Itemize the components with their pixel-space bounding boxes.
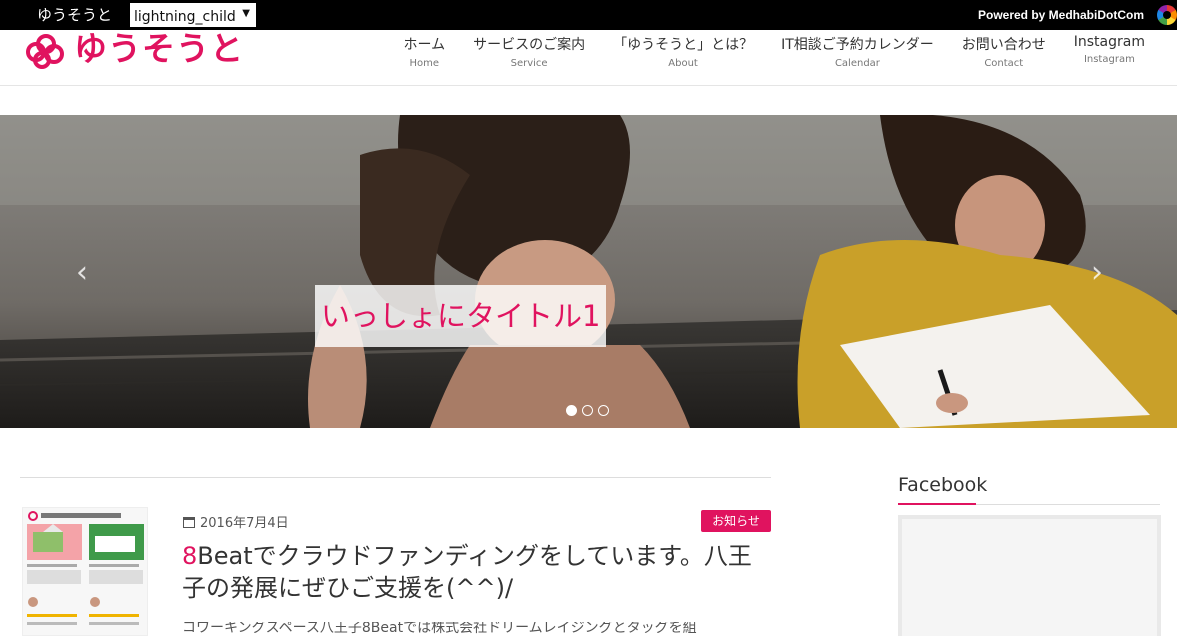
nav-sublabel: Contact bbox=[984, 58, 1024, 69]
category-badge[interactable]: お知らせ bbox=[701, 510, 771, 532]
post-thumbnail[interactable] bbox=[22, 507, 148, 636]
flower-logo-icon bbox=[26, 34, 64, 69]
slide-indicator-2[interactable] bbox=[582, 405, 593, 416]
slide-indicator-1[interactable] bbox=[566, 405, 577, 416]
logo-text: ゆうそうと bbox=[74, 29, 244, 68]
slide-indicators bbox=[566, 405, 609, 416]
nav-sublabel: About bbox=[668, 58, 698, 69]
post-thumbnail-image bbox=[27, 511, 144, 625]
sidebar-widget-title: Facebook bbox=[898, 474, 988, 496]
nav-item-contact[interactable]: お問い合わせ Contact bbox=[948, 34, 1060, 69]
nav-item-home[interactable]: ホーム Home bbox=[389, 34, 459, 69]
post-title-accent: 8 bbox=[182, 542, 198, 570]
post-date: 2016年7月4日 bbox=[183, 512, 289, 531]
nav-sublabel: Calendar bbox=[834, 58, 880, 69]
nav-sublabel: Home bbox=[409, 58, 440, 69]
nav-item-about[interactable]: 「ゆうそうと」とは？ About bbox=[599, 34, 767, 69]
nav-item-service[interactable]: サービスのご案内 Service bbox=[459, 34, 599, 69]
powered-by-text[interactable]: Powered by MedhabiDotCom bbox=[978, 8, 1144, 22]
post-title[interactable]: 8Beatでクラウドファンディングをしています。八王子の発展にぜひご支援を(^^… bbox=[182, 540, 774, 604]
hero-slider: ‹ › いっしょにタイトル1 bbox=[0, 115, 1177, 428]
slide-photo bbox=[0, 115, 1177, 428]
post-excerpt: コワーキングスペース八王子8Beatでは株式会社ドリームレイジングとタッグを組 bbox=[182, 622, 774, 636]
nav-label: お問い合わせ bbox=[961, 37, 1046, 53]
slide-indicator-3[interactable] bbox=[598, 405, 609, 416]
nav-label: IT相談ご予約カレンダー bbox=[781, 37, 934, 53]
next-slide-button[interactable]: › bbox=[1091, 255, 1103, 290]
widget-title-underline bbox=[898, 503, 1160, 505]
nav-item-instagram[interactable]: Instagram Instagram bbox=[1060, 34, 1159, 69]
nav-sublabel: Service bbox=[510, 58, 548, 69]
content-divider bbox=[20, 477, 771, 478]
nav-sublabel: Instagram bbox=[1083, 54, 1135, 65]
post-title-text: Beatでクラウドファンディングをしています。八王子の発展にぜひご支援を(^^)… bbox=[182, 542, 752, 602]
nav-label: ホーム bbox=[403, 37, 446, 53]
nav-label: 「ゆうそうと」とは？ bbox=[613, 37, 754, 53]
main-nav: ホーム Home サービスのご案内 Service 「ゆうそうと」とは？ Abo… bbox=[389, 34, 1159, 69]
nav-label: サービスのご案内 bbox=[473, 37, 586, 53]
nav-label: Instagram bbox=[1073, 34, 1145, 50]
calendar-icon bbox=[183, 517, 195, 528]
site-logo[interactable]: ゆうそうと bbox=[22, 29, 244, 70]
prev-slide-button[interactable]: ‹ bbox=[76, 255, 88, 290]
chevron-down-icon: ▼ bbox=[242, 8, 250, 19]
nav-item-calendar[interactable]: IT相談ご予約カレンダー Calendar bbox=[767, 34, 948, 69]
site-header: ゆうそうと ホーム Home サービスのご案内 Service 「ゆうそうと」と… bbox=[0, 29, 1177, 86]
slide-caption[interactable]: いっしょにタイトル1 bbox=[315, 285, 607, 347]
post-excerpt-text: コワーキングスペース八王子8Beatでは株式会社ドリームレイジングとタッグを組 bbox=[182, 622, 697, 636]
facebook-widget[interactable] bbox=[898, 515, 1161, 636]
post-date-text: 2016年7月4日 bbox=[200, 516, 289, 531]
color-wheel-icon[interactable] bbox=[1157, 5, 1177, 25]
